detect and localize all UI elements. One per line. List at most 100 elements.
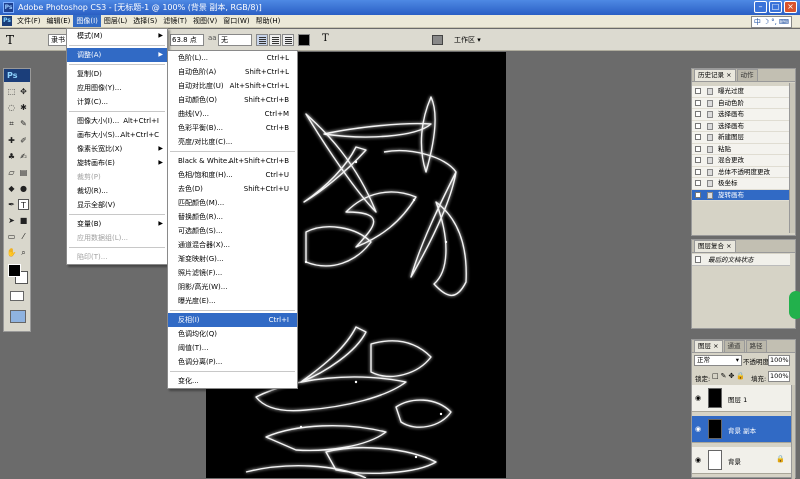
stamp-tool-icon[interactable]: ♣ [6,151,17,162]
tab-paths[interactable]: 路径 [745,340,767,352]
layers-scrollbar[interactable] [791,385,795,479]
history-state[interactable]: 旋转画布 [692,189,789,201]
magic-wand-icon[interactable]: ✱ [18,102,29,113]
image-menu-item[interactable]: 调整(A) ▶ [67,48,167,62]
adjust-menu-item[interactable]: 曲线(V)... Ctrl+M [168,107,297,121]
image-menu-item[interactable]: 复制(D) [67,67,167,81]
menu-filter[interactable]: 滤镜(T) [160,15,190,27]
history-state[interactable]: 粘贴 [692,143,789,155]
adjust-menu-item[interactable]: 反相(I) Ctrl+I [168,313,297,327]
adjust-menu-item[interactable]: 可选颜色(S)... [168,224,297,238]
foreground-color-swatch[interactable] [8,264,21,277]
image-menu-item[interactable]: 图像大小(I)... Alt+Ctrl+I [67,114,167,128]
layer-row[interactable]: ◉ 图层 1 [692,385,793,412]
hand-tool-icon[interactable]: ✋ [6,247,17,258]
align-left-button[interactable] [256,34,268,46]
image-menu-item[interactable]: 像素长宽比(X) ▶ [67,142,167,156]
shape-tool-icon[interactable]: ■ [18,215,29,226]
move-tool-icon[interactable]: ✥ [18,86,29,97]
menu-window[interactable]: 窗口(W) [220,15,252,27]
menu-image[interactable]: 图像(I) [73,15,101,27]
slice-tool-icon[interactable]: ✎ [18,118,29,129]
adjust-menu-item[interactable]: 照片滤镜(F)... [168,266,297,280]
history-state[interactable]: 总体不透明度更改 [692,166,789,178]
lasso-tool-icon[interactable]: ◌ [6,102,17,113]
adjust-menu-item[interactable]: 曝光度(E)... [168,294,297,308]
history-brush-source-checkbox[interactable] [695,145,701,152]
type-tool-icon[interactable]: T [6,33,14,47]
pen-tool-icon[interactable]: ✒ [6,199,17,210]
adjust-menu-item[interactable]: 亮度/对比度(C)... [168,135,297,149]
history-scrollbar[interactable] [789,83,795,233]
adjust-menu-item[interactable]: 匹配颜色(M)... [168,196,297,210]
lock-icons[interactable]: □✎✥🔒 [712,372,747,380]
heal-tool-icon[interactable]: ✚ [6,135,17,146]
eye-icon[interactable]: ◉ [695,456,701,464]
history-brush-source-checkbox[interactable] [695,99,701,106]
adjust-menu-item[interactable]: 自动颜色(O) Shift+Ctrl+B [168,93,297,107]
minimize-button[interactable]: – [754,1,767,13]
history-brush-icon[interactable]: ✍ [18,151,29,162]
image-menu-item[interactable]: 显示全部(V) [67,198,167,212]
adjust-menu-item[interactable]: 替换颜色(R)... [168,210,297,224]
fill-field[interactable]: 100% [768,371,790,382]
adjust-menu-item[interactable]: 变化... [168,374,297,388]
menu-view[interactable]: 视图(V) [190,15,220,27]
document-icon[interactable]: Ps [2,16,12,26]
history-state[interactable]: 选择画布 [692,109,789,121]
history-brush-source-checkbox[interactable] [695,111,701,117]
history-state[interactable]: 新建图层 [692,132,789,144]
image-menu-item[interactable]: 应用图像(Y)... [67,81,167,95]
menu-edit[interactable]: 编辑(E) [44,15,74,27]
eye-icon[interactable]: ◉ [695,425,701,433]
font-family-field[interactable]: 隶书 [48,34,68,46]
align-right-button[interactable] [282,34,294,46]
maximize-button[interactable]: □ [769,1,782,13]
image-menu-item[interactable]: 模式(M) ▶ [67,29,167,43]
history-brush-source-checkbox[interactable] [695,134,701,140]
menu-file[interactable]: 文件(F) [14,15,44,27]
adjust-menu-item[interactable]: 自动色阶(A) Shift+Ctrl+L [168,65,297,79]
history-brush-source-checkbox[interactable] [695,191,701,198]
ime-keyboard-icon[interactable]: ⌨ [779,17,789,27]
history-brush-source-checkbox[interactable] [695,157,701,163]
adjust-menu-item[interactable]: 色彩平衡(B)... Ctrl+B [168,121,297,135]
history-state[interactable]: 选择画布 [692,120,789,132]
tab-channels[interactable]: 通道 [723,340,745,352]
image-menu-item[interactable]: 计算(C)... [67,95,167,109]
gradient-tool-icon[interactable]: ▤ [18,167,29,178]
zoom-tool-icon[interactable]: ⌕ [18,247,29,258]
close-button[interactable]: × [784,1,797,13]
image-menu-item[interactable]: 裁切(R)... [67,184,167,198]
font-size-field[interactable]: 63.8 点 [170,34,204,46]
menu-select[interactable]: 选择(S) [130,15,160,27]
opacity-field[interactable]: 100% [768,355,790,366]
dodge-tool-icon[interactable]: ● [18,183,29,194]
adjust-menu-item[interactable]: 阴影/高光(W)... [168,280,297,294]
menu-layer[interactable]: 图层(L) [101,15,130,27]
history-brush-source-checkbox[interactable] [695,88,701,94]
history-brush-source-checkbox[interactable] [695,122,701,129]
marquee-tool-icon[interactable]: ⬚ [6,86,17,97]
align-center-button[interactable] [269,34,281,46]
ime-lang[interactable]: 中 [754,17,761,27]
eye-icon[interactable]: ◉ [695,394,701,402]
notes-tool-icon[interactable]: ▭ [6,231,17,242]
adjust-menu-item[interactable]: 自动对比度(U) Alt+Shift+Ctrl+L [168,79,297,93]
history-state[interactable]: 极坐标 [692,178,789,190]
adjust-menu-item[interactable]: 色调分离(P)... [168,355,297,369]
tab-layers[interactable]: 图层 × [694,340,723,352]
eraser-tool-icon[interactable]: ▱ [6,167,17,178]
crop-tool-icon[interactable]: ⌗ [6,118,17,129]
text-color-swatch[interactable] [298,34,310,46]
brush-tool-icon[interactable]: ✐ [18,135,29,146]
adjust-menu-item[interactable]: 渐变映射(G)... [168,252,297,266]
warp-text-icon[interactable]: T [322,33,329,44]
comp-checkbox[interactable] [695,256,701,263]
tab-history[interactable]: 历史记录 × [694,69,736,81]
side-collapse-button[interactable] [789,291,800,319]
ime-toolbar[interactable]: 中 ☽ °, ⌨ [750,16,792,28]
history-state[interactable]: 自动色阶 [692,97,789,109]
history-brush-source-checkbox[interactable] [695,168,701,175]
eyedropper-icon[interactable]: ⁄ [18,231,29,242]
